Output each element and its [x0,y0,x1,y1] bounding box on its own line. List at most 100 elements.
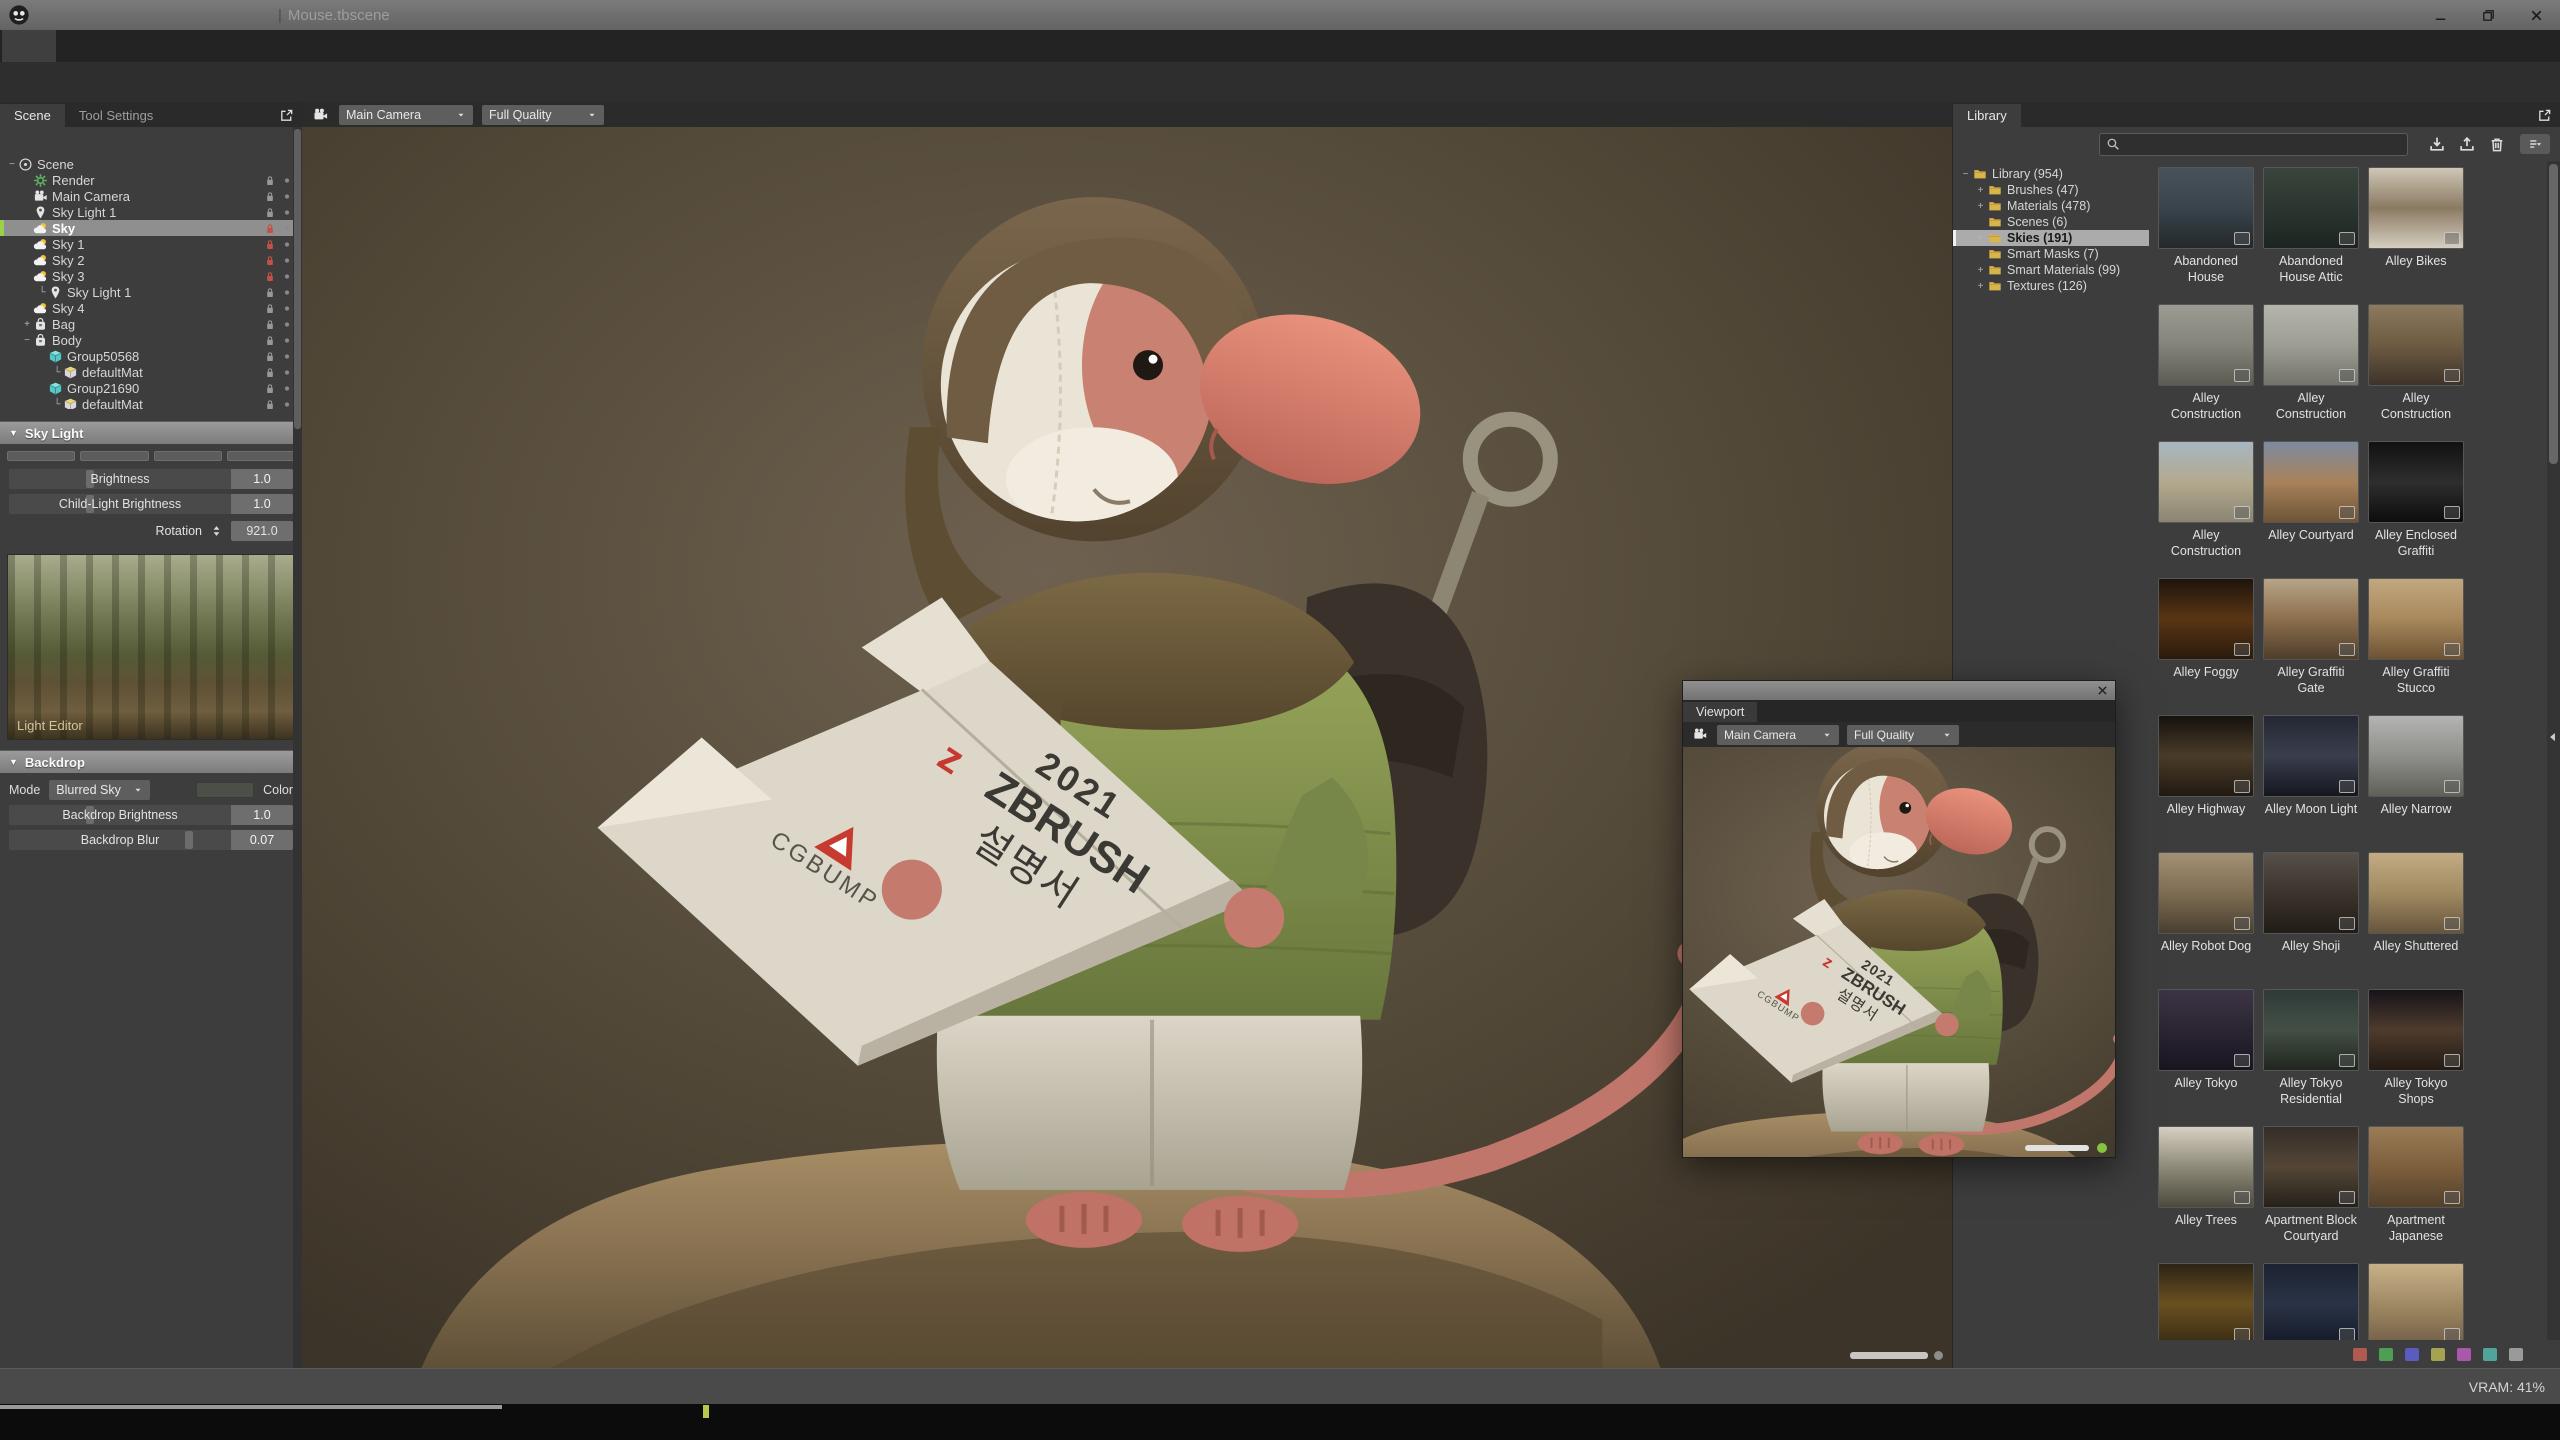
library-item[interactable]: Alley Highway [2158,715,2254,834]
visibility-dot-icon[interactable] [280,398,294,410]
library-item-thumbnail[interactable] [2158,1263,2254,1340]
library-nav-icon[interactable] [2062,135,2081,153]
window-control-button[interactable] [2416,0,2464,30]
visibility-dot-icon[interactable] [280,382,294,395]
library-folder-row[interactable]: + Skies (191) [1953,230,2149,246]
library-item[interactable]: Alley Tokyo Residential [2263,989,2359,1108]
category-color-swatch[interactable] [2509,1348,2523,1361]
tab-scene[interactable]: Scene [0,104,65,127]
library-footer-icon[interactable] [2291,1346,2308,1362]
lock-icon[interactable] [263,350,277,363]
viewport-control-icon[interactable] [1872,107,1887,122]
library-search-input[interactable] [2125,137,2401,151]
scene-tree-row[interactable]: Main Camera [0,188,302,204]
lock-icon[interactable] [263,286,277,299]
library-item[interactable]: Alley Construction [2263,304,2359,423]
library-item-thumbnail[interactable] [2263,167,2359,249]
workspace-tab[interactable] [218,30,272,62]
panel-action-icon[interactable] [241,132,257,148]
scene-tree-row[interactable]: Group21690 [0,380,302,396]
tree-expander[interactable]: − [21,335,33,346]
slider[interactable]: Brightness 1.0 [9,469,293,489]
lock-icon[interactable] [263,398,277,410]
floating-viewport-window[interactable]: Viewport Main Camera Full Quality [1682,680,2116,1158]
scene-tree-row[interactable]: └ defaultMat [0,364,302,380]
library-item[interactable]: Alley Moon Light [2263,715,2359,834]
library-item-thumbnail[interactable] [2368,441,2464,523]
library-item-thumbnail[interactable] [2368,167,2464,249]
library-item[interactable]: Alley Shoji [2263,852,2359,971]
category-color-swatch[interactable] [2431,1348,2445,1361]
library-item-thumbnail[interactable] [2263,1126,2359,1208]
floating-window-titlebar[interactable] [1683,681,2115,700]
visibility-dot-icon[interactable] [280,318,294,331]
workspace-tab[interactable] [272,30,326,62]
backdrop-header[interactable]: ▼ Backdrop [0,750,302,773]
library-item-thumbnail[interactable] [2368,715,2464,797]
library-item[interactable]: Apartment Block Courtyard [2263,1126,2359,1245]
library-item[interactable] [2368,1263,2464,1340]
scene-tree-row[interactable]: + Bag [0,316,302,332]
lock-icon[interactable] [263,318,277,331]
library-item[interactable]: Alley Bikes [2368,167,2464,286]
library-nav-icon[interactable] [1963,135,1982,153]
panel-collapse-arrow-icon[interactable] [2546,729,2559,745]
slider-value[interactable]: 0.07 [231,830,293,850]
panel-popout-icon[interactable] [279,108,294,123]
library-item-thumbnail[interactable] [2158,1126,2254,1208]
scene-tree-row[interactable]: └ defaultMat [0,396,302,409]
visibility-dot-icon[interactable] [280,222,294,235]
library-item[interactable]: Alley Foggy [2158,578,2254,697]
scene-tree-row[interactable]: Render [0,172,302,188]
folder-expander[interactable]: + [1974,201,1987,212]
folder-expander[interactable]: + [1974,233,1987,244]
sky-light-button[interactable] [80,451,148,461]
panel-action-icon[interactable] [265,132,281,148]
library-item-thumbnail[interactable] [2158,167,2254,249]
floating-mini-scrollbar[interactable] [2025,1145,2089,1151]
quality-select[interactable]: Full Quality [482,105,604,125]
timeline-playhead[interactable] [703,1405,709,1418]
window-control-button[interactable] [2512,0,2560,30]
scene-tree-row[interactable]: Sky Light 1 [0,204,302,220]
scene-panel-scrollbar[interactable] [293,127,302,1368]
slider-value[interactable]: 1.0 [231,494,293,514]
library-item-thumbnail[interactable] [2368,304,2464,386]
library-item-thumbnail[interactable] [2368,578,2464,660]
slider-value[interactable]: 1.0 [231,469,293,489]
library-folder-row[interactable]: + Textures (126) [1953,278,2149,294]
camera-select[interactable]: Main Camera [339,105,473,125]
library-item[interactable]: Alley Construction [2158,304,2254,423]
category-color-swatch[interactable] [2379,1348,2393,1361]
visibility-dot-icon[interactable] [280,206,294,219]
library-item[interactable]: Alley Tokyo [2158,989,2254,1108]
quality-select[interactable]: Full Quality [1847,725,1959,745]
library-folder-row[interactable]: Scenes (6) [1953,214,2149,230]
tool-icon[interactable] [170,68,198,96]
add-item-icon[interactable] [121,131,139,149]
visibility-dot-icon[interactable] [280,286,294,299]
panel-popout-icon[interactable] [2537,108,2552,123]
scene-tree-row[interactable]: − Scene [0,156,302,172]
library-item-thumbnail[interactable] [2263,715,2359,797]
visibility-dot-icon[interactable] [280,254,294,267]
camera-select[interactable]: Main Camera [1717,725,1839,745]
trash-icon[interactable] [2488,136,2506,153]
lock-icon[interactable] [263,190,277,203]
library-item-thumbnail[interactable] [2368,1263,2464,1340]
visibility-dot-icon[interactable] [280,350,294,363]
tab-viewport[interactable]: Viewport [1683,702,1757,722]
library-item[interactable]: Alley Courtyard [2263,441,2359,560]
viewport-control-icon[interactable] [2062,727,2077,742]
library-item[interactable]: Alley Construction [2368,304,2464,423]
library-folder-row[interactable]: + Brushes (47) [1953,182,2149,198]
library-nav-icon[interactable] [2029,135,2048,153]
viewport-control-icon[interactable] [2088,727,2103,742]
library-item-thumbnail[interactable] [2158,715,2254,797]
light-editor-preview[interactable]: Light Editor [7,554,295,740]
render-3d-scene-mini[interactable] [1683,747,2115,1157]
library-scrollbar[interactable] [2547,161,2560,1340]
floating-viewport-render[interactable] [1683,747,2115,1157]
folder-expander[interactable]: + [1974,185,1987,196]
add-item-icon[interactable] [149,131,167,149]
